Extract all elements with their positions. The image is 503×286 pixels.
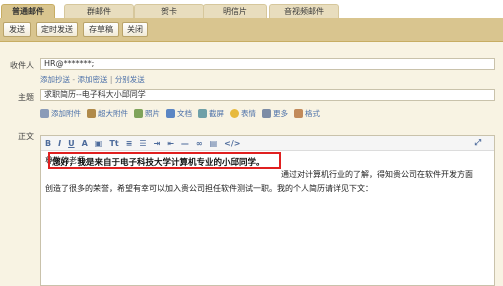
body-line-2: 创造了很多的荣誉，希望有幸可以加入贵公司担任软件测试一职。我的个人简历请详见下文… [45, 184, 373, 193]
format-button[interactable]: 格式 [294, 108, 320, 119]
smiley-icon [230, 108, 239, 118]
photo-label: 照片 [145, 108, 160, 118]
format-toolbar: B I U A ▣ Tt ≡ ☰ ⇥ ⇤ — ∞ ▤ </> ⤢ [41, 136, 494, 151]
list-icon[interactable]: ☰ [139, 139, 146, 148]
links-pipe: | [109, 75, 113, 84]
add-attachment-label: 添加附件 [51, 108, 81, 118]
expand-icon[interactable]: ⤢ [475, 138, 481, 148]
emoji-label: 表情 [241, 108, 256, 118]
tab-bar: 普通邮件 群邮件 贺卡 明信片 音视频邮件 [0, 0, 503, 18]
add-bcc-link[interactable]: 添加密送 [78, 75, 108, 84]
document-button[interactable]: 文档 [166, 108, 192, 119]
screenshot-label: 截屏 [209, 108, 224, 118]
tab-postcard[interactable]: 明信片 [203, 4, 267, 18]
photo-icon [134, 108, 143, 118]
align-icon[interactable]: ≡ [126, 139, 133, 148]
code-icon[interactable]: </> [224, 139, 240, 148]
large-attachment-label: 超大附件 [98, 108, 128, 118]
link-icon[interactable]: ∞ [196, 139, 203, 148]
scissors-icon [198, 108, 207, 118]
subject-label: 主题 [18, 93, 34, 102]
bold-icon[interactable]: B [45, 139, 51, 148]
close-button[interactable]: 关闭 [122, 22, 148, 37]
tab-group-mail[interactable]: 群邮件 [64, 4, 134, 18]
more-label: 更多 [273, 108, 288, 118]
format-label: 格式 [305, 108, 320, 118]
send-button[interactable]: 发送 [3, 22, 31, 37]
links-dash: - [72, 75, 76, 84]
font-color-icon[interactable]: A [82, 139, 88, 148]
emoji-button[interactable]: 表情 [230, 108, 256, 119]
font-size-icon[interactable]: Tt [109, 139, 118, 148]
tab-av-mail[interactable]: 音视频邮件 [269, 4, 339, 18]
document-label: 文档 [177, 108, 192, 118]
subject-input[interactable]: 求职简历--电子科大小邱同学 [40, 89, 495, 101]
picture-icon[interactable]: ▤ [210, 139, 218, 148]
save-draft-button[interactable]: 存草稿 [83, 22, 119, 37]
tab-normal-mail[interactable]: 普通邮件 [1, 4, 55, 18]
more-button[interactable]: 更多 [262, 108, 288, 119]
grid-icon [262, 108, 271, 118]
separate-send-link[interactable]: 分别发送 [115, 75, 145, 84]
body-line-1: 通过对计算机行业的了解，得知贵公司在软件开发方面 [281, 170, 473, 179]
outdent-icon[interactable]: ⇤ [167, 139, 174, 148]
attachment-bar: 添加附件 超大附件 照片 文档 截屏 表情 更多 格式 [40, 107, 495, 119]
recipient-label: 收件人 [10, 61, 34, 70]
highlight-icon[interactable]: ▣ [95, 139, 103, 148]
format-icon [294, 108, 303, 118]
recipient-links: 添加抄送 - 添加密送 | 分别发送 [40, 74, 145, 85]
compose-toolbar: 发送 定时发送 存草稿 关闭 [0, 18, 503, 42]
italic-icon[interactable]: I [58, 139, 61, 148]
body-label: 正文 [18, 132, 34, 141]
screenshot-button[interactable]: 截屏 [198, 108, 224, 119]
indent-icon[interactable]: ⇥ [154, 139, 161, 148]
photo-button[interactable]: 照片 [134, 108, 160, 119]
add-cc-link[interactable]: 添加抄送 [40, 75, 70, 84]
underline-icon[interactable]: U [68, 139, 75, 148]
timed-send-button[interactable]: 定时发送 [36, 22, 78, 37]
large-attachment-icon [87, 108, 96, 118]
document-icon [166, 108, 175, 118]
add-attachment-button[interactable]: 添加附件 [40, 108, 81, 119]
highlight-box [48, 152, 281, 169]
large-attachment-button[interactable]: 超大附件 [87, 108, 128, 119]
horizontal-rule-icon[interactable]: — [181, 139, 189, 148]
tab-greeting-card[interactable]: 贺卡 [134, 4, 204, 18]
recipient-input[interactable]: HR@*******; [40, 58, 495, 70]
paperclip-icon [40, 108, 49, 118]
